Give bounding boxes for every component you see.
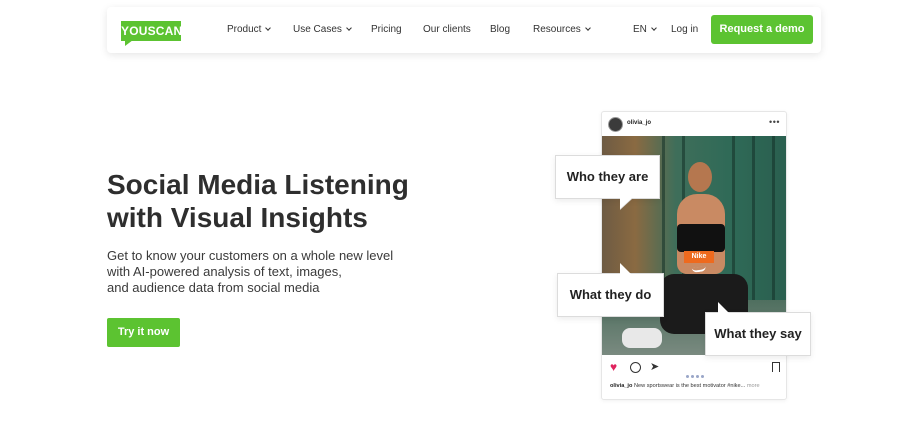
athlete-sports-top <box>677 224 725 252</box>
post-actions: ♥ ➤ <box>610 360 780 378</box>
caption-username: olivia_jo <box>610 383 633 389</box>
send-icon[interactable]: ➤ <box>650 360 659 374</box>
carousel-dots <box>686 365 706 383</box>
login-link[interactable]: Log in <box>671 23 698 37</box>
avatar <box>608 117 623 132</box>
caption-text: New sportswear is the best motivator #ni… <box>633 383 746 389</box>
nav-item-label: Use Cases <box>293 24 342 35</box>
nav-item-label: Resources <box>533 24 581 35</box>
nav-item-pricing[interactable]: Pricing <box>371 23 402 37</box>
callout-who-they-are: Who they are <box>555 155 660 199</box>
nav-item-resources[interactable]: Resources <box>533 23 591 37</box>
yousan-logo[interactable]: YOUSCAN <box>121 21 182 41</box>
language-label: EN <box>633 24 647 35</box>
logo-tail <box>125 40 133 46</box>
nav-item-our-clients[interactable]: Our clients <box>423 23 471 37</box>
hero-subtitle-line: Get to know your customers on a whole ne… <box>107 248 394 263</box>
language-selector[interactable]: EN <box>633 23 657 37</box>
chevron-down-icon <box>265 25 272 31</box>
comment-icon[interactable] <box>630 362 641 373</box>
post-username: olivia_jo <box>627 120 652 126</box>
chevron-down-icon <box>584 25 591 31</box>
athlete-sneaker <box>622 328 662 348</box>
callout-what-they-say: What they say <box>705 312 811 356</box>
request-demo-button[interactable]: Request a demo <box>711 15 813 44</box>
nav-item-label: Blog <box>490 24 511 35</box>
hero-subtitle-line: with AI-powered analysis of text, images… <box>107 264 342 279</box>
nav-item-label: Pricing <box>371 24 402 35</box>
try-it-now-button[interactable]: Try it now <box>107 318 180 347</box>
chevron-down-icon <box>346 25 352 31</box>
callout-what-they-do: What they do <box>557 273 664 317</box>
callout-tail <box>718 302 729 313</box>
hero-title: Social Media Listening with Visual Insig… <box>107 168 437 234</box>
caption-more-link[interactable]: more <box>747 383 760 389</box>
athlete-head <box>688 162 712 192</box>
bookmark-icon[interactable] <box>772 362 780 372</box>
hero-subtitle: Get to know your customers on a whole ne… <box>107 248 407 296</box>
nav-item-label: Our clients <box>423 24 471 35</box>
hero-subtitle-line: and audience data from social media <box>107 280 320 295</box>
chevron-down-icon <box>651 25 657 31</box>
top-navigation: YOUSCAN Product Use Cases Pricing Our cl… <box>107 7 821 53</box>
brand-detection-tag: Nike <box>684 251 714 263</box>
callout-tail <box>620 263 631 274</box>
post-caption: olivia_jo New sportswear is the best mot… <box>610 383 782 389</box>
nav-item-product[interactable]: Product <box>227 23 272 37</box>
hero-title-line: with Visual Insights <box>107 202 368 233</box>
more-options-icon[interactable]: ••• <box>769 117 780 127</box>
nav-item-use-cases[interactable]: Use Cases <box>293 23 352 37</box>
heart-icon[interactable]: ♥ <box>610 360 617 374</box>
nav-item-blog[interactable]: Blog <box>490 23 510 37</box>
callout-tail <box>620 198 632 209</box>
nav-item-label: Product <box>227 24 262 35</box>
hero-title-line: Social Media Listening <box>107 169 409 200</box>
